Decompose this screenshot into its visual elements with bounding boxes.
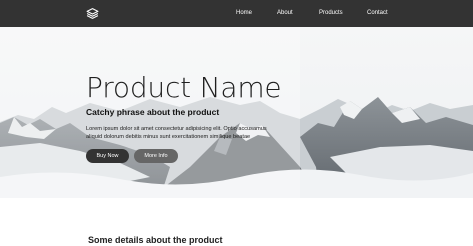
product-title: Product Name bbox=[86, 71, 282, 104]
product-description: Lorem ipsum dolor sit amet consectetur a… bbox=[86, 126, 267, 140]
nav-link-home[interactable]: Home bbox=[236, 9, 252, 17]
navbar: Home About Products Contact bbox=[0, 0, 473, 27]
buy-now-button[interactable]: Buy Now bbox=[86, 149, 129, 163]
stacked-layers-icon[interactable] bbox=[86, 7, 99, 20]
more-info-button[interactable]: More Info bbox=[134, 149, 178, 163]
hero-section: Product Name Catchy phrase about the pro… bbox=[0, 27, 473, 198]
details-section-heading: Some details about the product bbox=[88, 235, 223, 245]
nav-link-contact[interactable]: Contact bbox=[367, 9, 388, 17]
product-tagline: Catchy phrase about the product bbox=[86, 107, 220, 117]
nav-link-about[interactable]: About bbox=[277, 9, 293, 17]
nav-link-products[interactable]: Products bbox=[319, 9, 343, 17]
mountain-background-image bbox=[0, 27, 473, 198]
